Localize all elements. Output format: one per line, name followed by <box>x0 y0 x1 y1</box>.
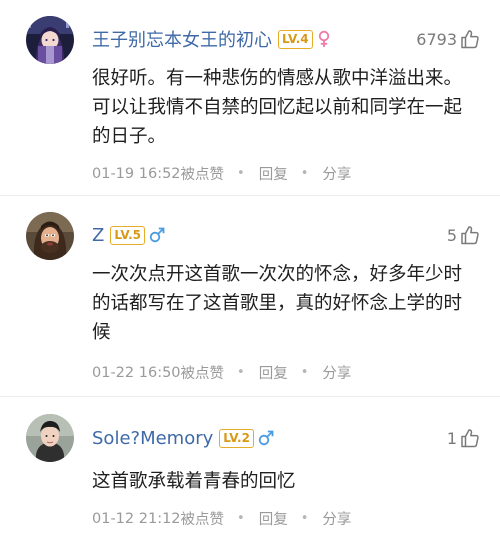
comment-header: 王子别忘本女王的初心 LV.4 6793 <box>92 24 480 54</box>
comment-header: Z LV.5 5 <box>92 220 480 250</box>
male-icon <box>258 430 274 446</box>
comment-list: 王子别忘本女王的初心 LV.4 6793 很好听。有一种悲伤的情感从歌中洋溢出来… <box>0 0 500 541</box>
share-button[interactable]: 分享 <box>322 362 351 383</box>
comment-text: 一次次点开这首歌一次次的怀念，好多年少时的话都写在了这首歌里，真的好怀念上学的时… <box>92 264 463 343</box>
share-button[interactable]: 分享 <box>322 163 351 184</box>
comment-meta: 01-19 16:52 被点赞 • 回复 • 分享 <box>92 163 351 184</box>
reply-button[interactable]: 回复 <box>259 362 288 383</box>
avatar[interactable] <box>26 212 74 260</box>
timestamp: 01-22 16:50 <box>92 364 181 381</box>
comment-text: 很好听。有一种悲伤的情感从歌中洋溢出来。可以让我情不自禁的回忆起以前和同学在一起… <box>92 68 463 147</box>
female-icon <box>317 30 331 48</box>
avatar[interactable] <box>26 16 74 64</box>
thumbs-up-icon[interactable] <box>460 225 480 245</box>
share-button[interactable]: 分享 <box>322 508 351 529</box>
separator-dot: • <box>237 511 245 526</box>
level-badge: LV.5 <box>110 225 145 245</box>
like-count: 1 <box>446 428 457 448</box>
like-area: 5 <box>447 225 480 245</box>
comment-header: Sole?Memory LV.2 1 <box>92 423 480 453</box>
username[interactable]: Z <box>92 225 104 246</box>
level-badge: LV.2 <box>219 428 254 448</box>
like-count: 6793 <box>416 29 457 49</box>
thumbs-up-icon[interactable] <box>460 29 480 49</box>
reply-button[interactable]: 回复 <box>259 163 288 184</box>
like-action[interactable]: 被点赞 <box>181 508 225 529</box>
thumbs-up-icon[interactable] <box>460 428 480 448</box>
comment-text: 这首歌承载着青春的回忆 <box>92 471 296 492</box>
male-icon <box>149 227 165 243</box>
level-badge: LV.4 <box>278 29 313 49</box>
like-action[interactable]: 被点赞 <box>181 362 225 383</box>
timestamp: 01-12 21:12 <box>92 510 181 527</box>
separator-dot: • <box>237 365 245 380</box>
avatar[interactable] <box>26 414 74 462</box>
like-action[interactable]: 被点赞 <box>181 163 225 184</box>
reply-button[interactable]: 回复 <box>259 508 288 529</box>
like-area: 1 <box>447 428 480 448</box>
timestamp: 01-19 16:52 <box>92 165 181 182</box>
comment-meta: 01-22 16:50 被点赞 • 回复 • 分享 <box>92 362 351 383</box>
like-area: 6793 <box>416 29 480 49</box>
separator-dot: • <box>237 166 245 181</box>
like-count: 5 <box>446 225 457 245</box>
comment-meta: 01-12 21:12 被点赞 • 回复 • 分享 <box>92 508 351 529</box>
username[interactable]: 王子别忘本女王的初心 <box>92 26 272 52</box>
comment-item: Sole?Memory LV.2 1 这首歌承载着青春的回忆 01-12 21:… <box>0 397 500 541</box>
separator-dot: • <box>300 166 309 181</box>
separator-dot: • <box>300 365 309 380</box>
comment-item: 王子别忘本女王的初心 LV.4 6793 很好听。有一种悲伤的情感从歌中洋溢出来… <box>0 0 500 195</box>
separator-dot: • <box>300 511 309 526</box>
username[interactable]: Sole?Memory <box>92 428 213 449</box>
comment-item: Z LV.5 5 一次次点开这首歌一次次的怀念，好多年少时的话都写在了这首歌里，… <box>0 196 500 396</box>
